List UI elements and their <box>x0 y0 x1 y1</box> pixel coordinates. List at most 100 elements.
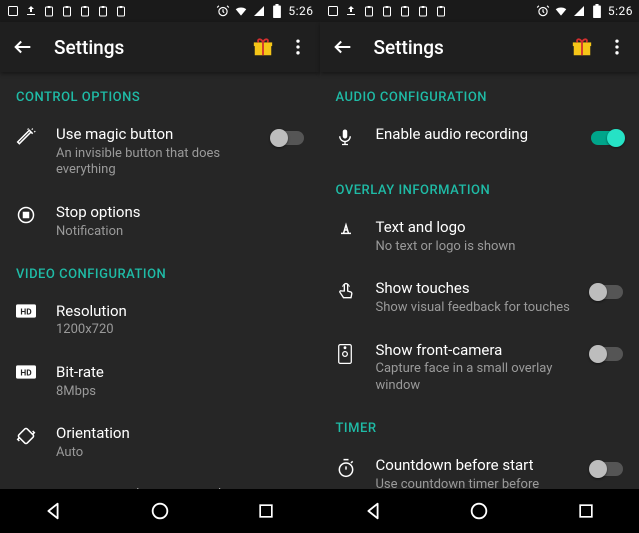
timer-icon <box>336 458 356 478</box>
front-camera-icon <box>336 343 354 365</box>
row-show-touches[interactable]: Show touches Show visual feedback for to… <box>320 267 639 328</box>
upload-icon <box>24 4 38 18</box>
row-title: Resolution <box>56 302 304 322</box>
battery-icon <box>270 4 284 18</box>
toggle-front-camera[interactable] <box>591 347 623 361</box>
settings-content-right: AUDIO CONFIGURATION Enable audio recordi… <box>320 72 639 489</box>
status-clock: 5:26 <box>288 4 313 18</box>
gift-button[interactable] <box>571 36 593 58</box>
screenshot-icon <box>326 4 340 18</box>
row-magic-button[interactable]: Use magic button An invisible button tha… <box>0 113 320 191</box>
row-sub: Notification <box>56 224 304 241</box>
page-title: Settings <box>54 36 252 59</box>
clipboard-icon <box>398 4 412 18</box>
row-title: Bit-rate <box>56 363 304 383</box>
row-title: Show front-camera <box>376 341 580 361</box>
hd-icon: HD <box>16 304 36 318</box>
signal-icon <box>252 4 266 18</box>
row-sub: 1200x720 <box>56 322 304 339</box>
clipboard-icon <box>78 4 92 18</box>
back-button[interactable] <box>332 36 354 58</box>
nav-back[interactable] <box>23 500 83 522</box>
row-sub: An invisible button that does everything <box>56 146 260 180</box>
clipboard-icon <box>380 4 394 18</box>
row-title: Stop options <box>56 203 304 223</box>
section-header: VIDEO CONFIGURATION <box>0 253 320 290</box>
overflow-button[interactable] <box>607 37 627 57</box>
overflow-button[interactable] <box>288 37 308 57</box>
wifi-icon <box>554 4 568 18</box>
back-button[interactable] <box>12 36 34 58</box>
signal-icon <box>572 4 586 18</box>
row-sub: Capture face in a small overlay window <box>376 361 580 395</box>
status-bar: 5:26 <box>0 0 320 22</box>
row-front-camera[interactable]: Show front-camera Capture face in a smal… <box>320 329 639 407</box>
gift-button[interactable] <box>252 36 274 58</box>
upload-icon <box>344 4 358 18</box>
app-bar: Settings <box>0 22 320 72</box>
battery-icon <box>590 4 604 18</box>
row-timelapse[interactable]: Time-lapse (video speed) Disable <box>0 474 320 489</box>
clipboard-icon <box>42 4 56 18</box>
row-title: Enable audio recording <box>376 125 580 145</box>
phone-right: 5:26 Settings AUDIO CONFIGURATION Enable… <box>320 0 639 533</box>
mic-icon <box>336 127 354 147</box>
settings-content-left: CONTROL OPTIONS Use magic button An invi… <box>0 72 320 489</box>
nav-recent[interactable] <box>236 501 296 521</box>
svg-text:HD: HD <box>20 368 32 378</box>
clipboard-icon <box>362 4 376 18</box>
alarm-icon <box>536 4 550 18</box>
toggle-touches[interactable] <box>591 285 623 299</box>
toggle-countdown[interactable] <box>591 462 623 476</box>
clipboard-icon <box>96 4 110 18</box>
phone-left: 5:26 Settings CONTROL OPTIONS Use magic … <box>0 0 320 533</box>
stop-icon <box>16 205 36 225</box>
clipboard-icon <box>60 4 74 18</box>
clipboard-icon <box>114 4 128 18</box>
wifi-icon <box>234 4 248 18</box>
status-bar: 5:26 <box>320 0 639 22</box>
nav-bar <box>0 489 320 533</box>
clipboard-icon <box>416 4 430 18</box>
row-bitrate[interactable]: HD Bit-rate 8Mbps <box>0 351 320 412</box>
row-sub: Show visual feedback for touches <box>376 300 580 317</box>
toggle-audio[interactable] <box>591 131 623 145</box>
row-title: Use magic button <box>56 125 260 145</box>
nav-home[interactable] <box>130 500 190 522</box>
touch-icon <box>336 281 356 301</box>
row-sub: 8Mbps <box>56 384 304 401</box>
wand-icon <box>16 127 36 147</box>
section-header: OVERLAY INFORMATION <box>320 169 639 206</box>
section-header: CONTROL OPTIONS <box>0 76 320 113</box>
screenshot-icon <box>6 4 20 18</box>
row-sub: Use countdown timer before starting reco… <box>376 477 580 489</box>
status-clock: 5:26 <box>608 4 633 18</box>
row-title: Text and logo <box>376 218 624 238</box>
page-title: Settings <box>374 36 572 59</box>
app-bar: Settings <box>320 22 639 72</box>
clipboard-icon <box>434 4 448 18</box>
row-orientation[interactable]: Orientation Auto <box>0 412 320 473</box>
row-title: Show touches <box>376 279 580 299</box>
rotate-icon <box>16 426 36 446</box>
row-sub: Auto <box>56 445 304 462</box>
section-header: AUDIO CONFIGURATION <box>320 76 639 113</box>
row-resolution[interactable]: HD Resolution 1200x720 <box>0 290 320 351</box>
row-title: Orientation <box>56 424 304 444</box>
hd-icon: HD <box>16 365 36 379</box>
row-sub: No text or logo is shown <box>376 239 624 256</box>
row-stop-options[interactable]: Stop options Notification <box>0 191 320 252</box>
alarm-icon <box>216 4 230 18</box>
nav-bar <box>320 489 639 533</box>
nav-back[interactable] <box>343 500 403 522</box>
nav-home[interactable] <box>449 500 509 522</box>
nav-recent[interactable] <box>556 501 616 521</box>
row-title: Countdown before start <box>376 456 580 476</box>
text-logo-icon <box>336 220 356 240</box>
section-header: TIMER <box>320 407 639 444</box>
row-audio-recording[interactable]: Enable audio recording <box>320 113 639 169</box>
row-countdown[interactable]: Countdown before start Use countdown tim… <box>320 444 639 489</box>
svg-text:HD: HD <box>20 307 32 317</box>
row-text-logo[interactable]: Text and logo No text or logo is shown <box>320 206 639 267</box>
toggle-magic-button[interactable] <box>272 131 304 145</box>
